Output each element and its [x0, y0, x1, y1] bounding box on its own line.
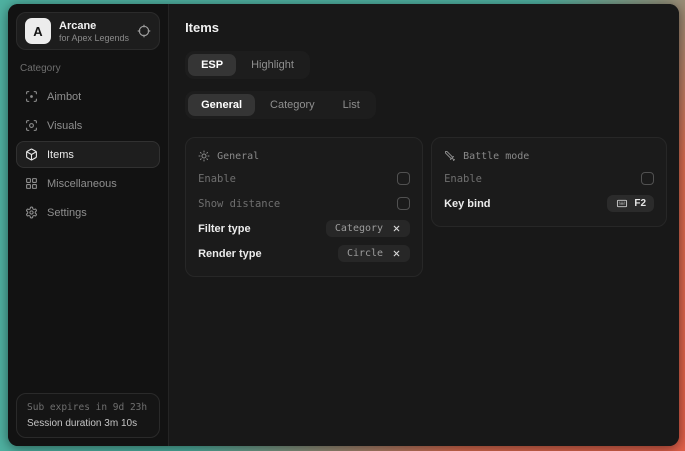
- sidebar-item-label: Items: [47, 149, 74, 161]
- keyboard-icon: [615, 198, 629, 209]
- setting-row-key-bind: Key bind F2: [444, 191, 654, 216]
- close-icon[interactable]: [392, 249, 401, 258]
- subscription-card: Sub expires in 9d 23h Session duration 3…: [16, 393, 160, 438]
- setting-label: Show distance: [198, 198, 280, 210]
- setting-row-render-type: Render type Circle: [198, 241, 410, 266]
- setting-row-filter-type: Filter type Category: [198, 216, 410, 241]
- panel-header: Battle mode: [444, 150, 654, 162]
- grid-icon: [25, 177, 38, 190]
- panel-title: General: [217, 151, 259, 162]
- aim-icon: [25, 90, 38, 103]
- close-icon[interactable]: [392, 224, 401, 233]
- panel-battle-mode: Battle mode Enable Key bind F2: [431, 137, 667, 227]
- app-name: Arcane: [59, 20, 129, 32]
- setting-label: Enable: [198, 173, 236, 185]
- panel-general: General Enable Show distance Filter type Cat…: [185, 137, 423, 277]
- sidebar-nav: Aimbot Visuals Items Miscellaneous Settings: [16, 83, 160, 226]
- enable-checkbox[interactable]: [641, 172, 654, 185]
- app-meta: Arcane for Apex Legends: [59, 20, 129, 43]
- sidebar-item-label: Settings: [47, 207, 87, 219]
- panels-area: General Enable Show distance Filter type Cat…: [185, 137, 667, 277]
- setting-row-enable: Enable: [444, 166, 654, 191]
- panel-title: Battle mode: [463, 151, 529, 162]
- filter-type-select[interactable]: Category: [326, 220, 410, 237]
- app-header-card: A Arcane for Apex Legends: [16, 12, 160, 50]
- page-title: Items: [185, 20, 667, 35]
- gear-icon: [25, 206, 38, 219]
- tab-list[interactable]: List: [330, 94, 373, 116]
- tab-general[interactable]: General: [188, 94, 255, 116]
- sidebar-section-label: Category: [20, 63, 156, 74]
- show-distance-checkbox[interactable]: [397, 197, 410, 210]
- setting-row-show-distance: Show distance: [198, 191, 410, 216]
- sidebar-item-label: Aimbot: [47, 91, 81, 103]
- setting-label: Filter type: [198, 223, 251, 235]
- sidebar-item-visuals[interactable]: Visuals: [16, 112, 160, 139]
- setting-row-enable: Enable: [198, 166, 410, 191]
- tab-esp[interactable]: ESP: [188, 54, 236, 76]
- select-value: Circle: [347, 248, 383, 259]
- tab-highlight[interactable]: Highlight: [238, 54, 307, 76]
- mode-tab-group: ESPHighlight: [185, 51, 310, 79]
- setting-label: Enable: [444, 173, 482, 185]
- sidebar-item-aimbot[interactable]: Aimbot: [16, 83, 160, 110]
- tab-category[interactable]: Category: [257, 94, 328, 116]
- view-tab-group: GeneralCategoryList: [185, 91, 376, 119]
- setting-label: Render type: [198, 248, 262, 260]
- sidebar-item-miscellaneous[interactable]: Miscellaneous: [16, 170, 160, 197]
- key-bind-badge[interactable]: F2: [607, 195, 654, 212]
- sidebar: A Arcane for Apex Legends Category Aimbo…: [8, 4, 169, 446]
- app-window: A Arcane for Apex Legends Category Aimbo…: [8, 4, 679, 446]
- main-content: Items ESPHighlight GeneralCategoryList G…: [169, 4, 679, 446]
- sidebar-item-settings[interactable]: Settings: [16, 199, 160, 226]
- session-duration-text: Session duration 3m 10s: [27, 418, 149, 429]
- select-value: Category: [335, 223, 383, 234]
- sidebar-item-items[interactable]: Items: [16, 141, 160, 168]
- app-subtitle: for Apex Legends: [59, 33, 129, 43]
- sub-expiry-text: Sub expires in 9d 23h: [27, 402, 149, 413]
- sidebar-item-label: Visuals: [47, 120, 82, 132]
- render-type-select[interactable]: Circle: [338, 245, 410, 262]
- scan-eye-icon: [25, 119, 38, 132]
- panel-header: General: [198, 150, 410, 162]
- sidebar-item-label: Miscellaneous: [47, 178, 117, 190]
- setting-label: Key bind: [444, 198, 490, 210]
- package-icon: [25, 148, 38, 161]
- enable-checkbox[interactable]: [397, 172, 410, 185]
- keybind-value: F2: [634, 198, 646, 209]
- crosshair-icon[interactable]: [137, 24, 151, 38]
- sword-icon: [444, 150, 456, 162]
- app-logo: A: [25, 18, 51, 44]
- sun-icon: [198, 150, 210, 162]
